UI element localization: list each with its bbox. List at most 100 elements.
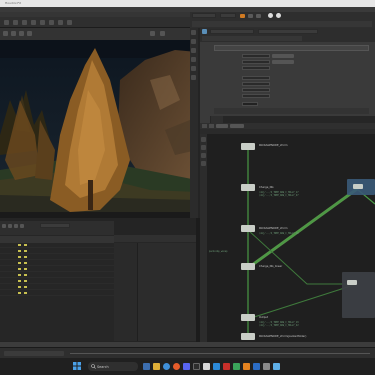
tree-view-tabs[interactable]: [114, 235, 196, 242]
tree-view-list[interactable]: [114, 243, 138, 341]
node-box[interactable]: [241, 143, 255, 150]
param-field[interactable]: [242, 60, 270, 64]
pane-divider[interactable]: [196, 218, 200, 342]
word-icon[interactable]: [253, 363, 260, 370]
node-selector-dropdown[interactable]: [40, 223, 70, 228]
parameter-folder-footer[interactable]: [214, 108, 369, 114]
desktop-dropdown[interactable]: [192, 13, 216, 18]
scene-viewport[interactable]: [0, 40, 197, 218]
shelf-tool-icon[interactable]: [67, 20, 72, 25]
network-tool-icon[interactable]: [201, 153, 206, 158]
param-button[interactable]: [272, 60, 294, 64]
shelf-tool-icon[interactable]: [13, 20, 18, 25]
display-option-icon[interactable]: [191, 57, 196, 62]
view-tool-icon[interactable]: [27, 31, 32, 36]
spreadsheet-header: [0, 236, 114, 243]
terminal-icon[interactable]: [193, 363, 200, 370]
pane-tabs[interactable]: [192, 21, 372, 27]
node-name-field[interactable]: [210, 29, 254, 34]
settings-icon[interactable]: [276, 13, 281, 18]
context-dropdown[interactable]: [220, 13, 236, 18]
notes-icon[interactable]: [203, 363, 210, 370]
pin-icon[interactable]: [256, 14, 261, 18]
node-box[interactable]: [241, 314, 255, 321]
node-box[interactable]: [347, 280, 357, 285]
display-option-icon[interactable]: [191, 39, 196, 44]
shelf-toolbar: [0, 12, 190, 28]
vertex-mode-icon[interactable]: [8, 224, 12, 228]
node-label: PACKAGENODE_xform(packedfolder): [259, 334, 306, 338]
mail-icon[interactable]: [213, 363, 220, 370]
path-geo-button[interactable]: [230, 124, 244, 128]
display-menu-icon[interactable]: [160, 31, 165, 36]
taskbar-search[interactable]: Search: [88, 362, 138, 371]
node-path-field[interactable]: [258, 29, 318, 34]
view-icon[interactable]: [248, 14, 253, 18]
forward-icon[interactable]: [209, 124, 214, 128]
network-tool-icon[interactable]: [201, 145, 206, 150]
store-icon[interactable]: [233, 363, 240, 370]
node-box[interactable]: [241, 184, 255, 191]
node-box[interactable]: [241, 333, 255, 340]
param-color-field[interactable]: [242, 102, 258, 106]
param-field[interactable]: [242, 66, 270, 70]
network-tool-icon[interactable]: [201, 161, 206, 166]
display-option-icon[interactable]: [191, 48, 196, 53]
camera-menu-icon[interactable]: [150, 31, 155, 36]
node-box[interactable]: [241, 225, 255, 232]
chat-app-icon[interactable]: [183, 363, 190, 370]
desktop-toolbar: [190, 12, 375, 28]
network-box[interactable]: [342, 272, 375, 318]
node-comment: /obj/.../S_TREE_RAW_C_HOLLY_22: [259, 324, 299, 327]
display-option-icon[interactable]: [191, 75, 196, 80]
detail-mode-icon[interactable]: [20, 224, 24, 228]
file-explorer-icon[interactable]: [153, 363, 160, 370]
param-field[interactable]: [242, 82, 270, 86]
edge-browser-icon[interactable]: [163, 363, 170, 370]
media-icon[interactable]: [223, 363, 230, 370]
network-tool-icon[interactable]: [201, 137, 206, 142]
network-side-toolbar: [200, 134, 207, 342]
primitive-mode-icon[interactable]: [14, 224, 18, 228]
taskview-icon[interactable]: [143, 363, 150, 370]
render-icon[interactable]: [240, 14, 245, 18]
attribute-values: [18, 244, 27, 294]
view-tool-icon[interactable]: [3, 31, 8, 36]
parameter-tabs[interactable]: [202, 36, 302, 41]
param-field[interactable]: [242, 76, 270, 80]
shelf-tool-icon[interactable]: [4, 20, 9, 25]
windows-start-icon[interactable]: [73, 362, 81, 370]
shelf-tool-icon[interactable]: [58, 20, 63, 25]
settings-app-icon[interactable]: [263, 363, 270, 370]
parameter-folder-header[interactable]: [214, 45, 369, 51]
param-field[interactable]: [242, 94, 270, 98]
tab-tree-view[interactable]: [211, 116, 223, 123]
view-tool-icon[interactable]: [19, 31, 24, 36]
shelf-tool-icon[interactable]: [22, 20, 27, 25]
shelf-tool-icon[interactable]: [31, 20, 36, 25]
node-box[interactable]: [241, 263, 255, 270]
param-field[interactable]: [242, 88, 270, 92]
photos-icon[interactable]: [273, 363, 280, 370]
view-tool-icon[interactable]: [11, 31, 16, 36]
houdini-icon[interactable]: [243, 363, 250, 370]
param-field[interactable]: [242, 54, 270, 58]
playback-controls[interactable]: [4, 351, 64, 356]
shelf-tool-icon[interactable]: [40, 20, 45, 25]
back-icon[interactable]: [202, 124, 207, 128]
node-box[interactable]: [353, 184, 363, 189]
help-icon[interactable]: [268, 13, 273, 18]
shelf-tabs[interactable]: [0, 12, 190, 17]
frame-ruler[interactable]: [70, 353, 370, 354]
window-title: Houdini FX: [5, 1, 22, 5]
display-option-icon[interactable]: [191, 30, 196, 35]
app-icon[interactable]: [173, 363, 180, 370]
display-option-icon[interactable]: [191, 66, 196, 71]
network-editor[interactable]: PACKAGENODE_xform Charge_NG /obj/.../S_T…: [207, 134, 375, 342]
point-mode-icon[interactable]: [2, 224, 6, 228]
shelf-tool-icon[interactable]: [49, 20, 54, 25]
search-placeholder: Search: [97, 365, 109, 369]
path-obj-button[interactable]: [216, 124, 228, 128]
param-button[interactable]: [272, 54, 294, 58]
tab-network[interactable]: [200, 116, 210, 123]
